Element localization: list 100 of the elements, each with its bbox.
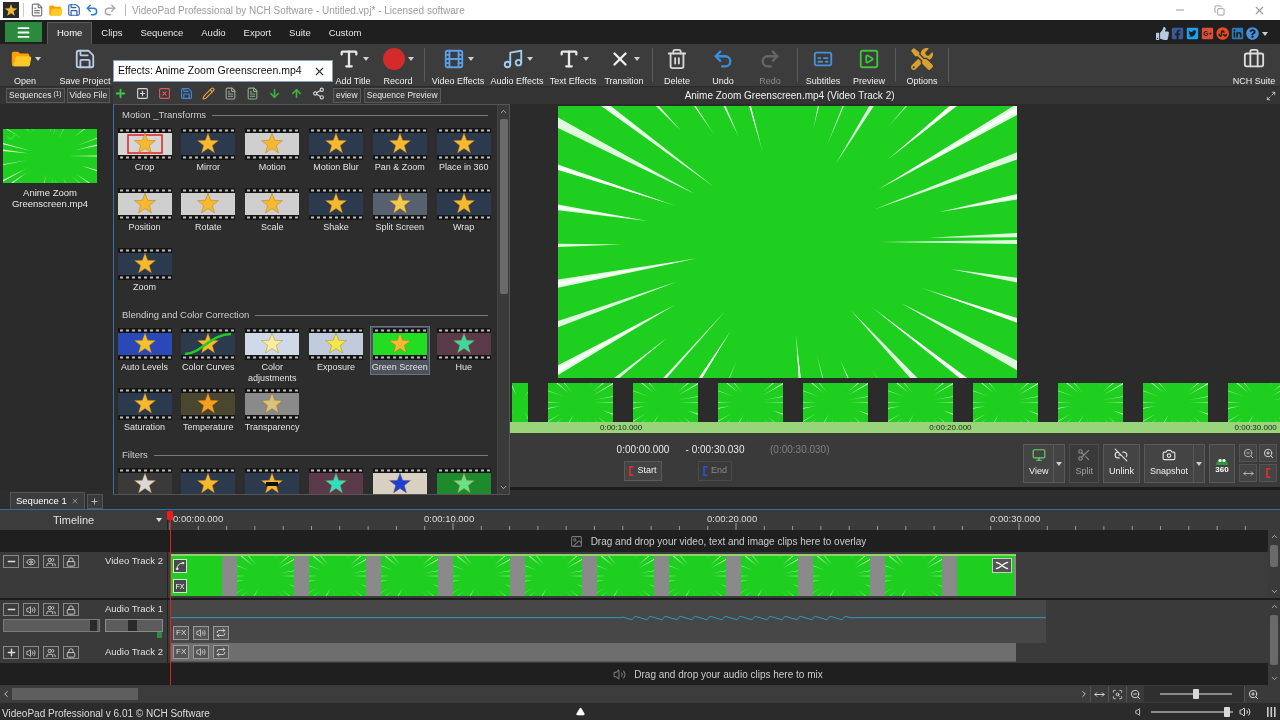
collapse-button[interactable] <box>3 555 19 568</box>
effect-item[interactable]: Motion <box>242 126 303 175</box>
vr-360-button[interactable]: 360 <box>1209 444 1235 483</box>
effect-item[interactable]: Mirror <box>178 126 239 175</box>
expand-button[interactable] <box>3 646 19 659</box>
caret-icon[interactable] <box>582 57 589 61</box>
caret-icon[interactable] <box>34 57 41 61</box>
toolbar-button[interactable]: Add Title <box>330 44 376 86</box>
effect-item[interactable]: Shake <box>306 186 366 235</box>
arrow-down-icon[interactable] <box>268 86 281 100</box>
slider-thumb[interactable] <box>90 620 97 631</box>
caret-icon[interactable] <box>362 57 369 61</box>
toolbar-button[interactable]: Options <box>898 44 946 86</box>
tool-button[interactable]: Snapshot <box>1143 444 1205 483</box>
effect-item[interactable]: Green Screen <box>369 326 430 375</box>
effect-item[interactable]: Auto Levels <box>114 326 175 375</box>
plus-icon[interactable] <box>114 86 127 100</box>
caret-icon[interactable] <box>1196 461 1202 466</box>
effect-item[interactable]: Motion Blur <box>306 126 366 175</box>
document-icon[interactable] <box>246 86 259 100</box>
mute-button[interactable] <box>23 603 39 616</box>
twitter-icon[interactable] <box>1186 27 1199 40</box>
linkedin-icon[interactable] <box>1231 27 1244 40</box>
toolbar-button[interactable]: Text Effects <box>546 44 600 86</box>
app-star-icon[interactable] <box>3 2 19 18</box>
lock-button[interactable] <box>63 646 79 659</box>
menu-tab[interactable]: Custom <box>319 22 371 44</box>
effect-item[interactable]: Rotate <box>178 186 239 235</box>
scrollbar-thumb[interactable] <box>1270 545 1278 567</box>
slider-thumb[interactable] <box>1224 706 1230 717</box>
effects-button[interactable]: FX <box>173 645 190 659</box>
lock-button[interactable] <box>63 603 79 616</box>
mark-button[interactable]: Start <box>624 461 662 481</box>
resize-icon[interactable] <box>1266 90 1276 101</box>
effect-item[interactable]: Transparency <box>242 386 303 435</box>
new-file-icon[interactable] <box>30 3 44 17</box>
add-sequence-button[interactable] <box>86 494 103 509</box>
effect-item[interactable]: Wrap <box>433 186 494 235</box>
collapse-button[interactable] <box>3 603 19 616</box>
scroll-up-icon[interactable] <box>1269 532 1279 541</box>
sequence-tab[interactable]: Sequence 1 <box>10 492 85 509</box>
slider-thumb[interactable] <box>1193 689 1199 699</box>
effect-item[interactable]: Crop <box>114 126 175 175</box>
vertical-scrollbar[interactable] <box>497 105 509 494</box>
tool-button[interactable]: View <box>1023 444 1066 483</box>
scroll-left-icon[interactable] <box>1 689 11 699</box>
scroll-down-icon[interactable] <box>1269 587 1279 596</box>
panel-tab[interactable]: Sequence Preview <box>363 88 441 103</box>
remove-square-icon[interactable] <box>158 86 171 100</box>
caret-icon[interactable] <box>467 57 474 61</box>
playhead[interactable] <box>167 511 173 685</box>
effects-button[interactable]: FX <box>173 626 190 640</box>
scroll-down-icon[interactable] <box>1269 674 1279 683</box>
effect-item[interactable]: Color Curves <box>178 326 239 375</box>
google-plus-icon[interactable] <box>1201 27 1214 40</box>
mute-button[interactable] <box>23 646 39 659</box>
scrollbar-thumb[interactable] <box>12 688 138 700</box>
save-icon[interactable] <box>180 86 193 100</box>
help-icon[interactable] <box>1246 27 1259 40</box>
effect-item[interactable]: Position <box>114 186 175 235</box>
toolbar-button[interactable]: Record <box>376 44 420 86</box>
zoom-out-button[interactable] <box>1239 444 1257 462</box>
pan-slider[interactable] <box>105 619 163 632</box>
volume-slider[interactable] <box>1151 706 1233 717</box>
toolbar-button[interactable]: Open <box>0 44 50 86</box>
caret-icon[interactable] <box>526 57 533 61</box>
toolbar-button[interactable]: Preview <box>846 44 892 86</box>
effect-item[interactable]: Exposure <box>306 326 366 375</box>
vertical-scrollbar[interactable] <box>1268 530 1280 598</box>
toolbar-button[interactable]: Save Project <box>52 44 118 86</box>
scrollbar-thumb[interactable] <box>1270 615 1278 665</box>
transition-button[interactable] <box>992 558 1012 573</box>
effect-item[interactable]: Zoom <box>114 246 175 295</box>
effect-item[interactable]: Split Screen <box>369 186 430 235</box>
stumbleupon-icon[interactable] <box>1216 27 1229 40</box>
effect-item[interactable]: Saturation <box>114 386 175 435</box>
scroll-down-icon[interactable] <box>499 483 508 492</box>
volume-button[interactable] <box>193 626 210 640</box>
vertical-scrollbar[interactable] <box>1268 600 1280 685</box>
share-icon[interactable] <box>312 86 325 100</box>
triangle-up-icon[interactable] <box>576 707 585 716</box>
scrollbar-thumb[interactable] <box>499 119 508 294</box>
panel-tab[interactable]: Video File <box>66 88 111 103</box>
thumbs-up-icon[interactable] <box>1156 27 1169 40</box>
caret-icon[interactable] <box>1056 461 1063 466</box>
level-bars-icon[interactable] <box>1267 706 1276 717</box>
track-group-button[interactable] <box>43 555 59 568</box>
scroll-up-icon[interactable] <box>1269 602 1279 611</box>
loop-button[interactable] <box>213 626 230 640</box>
menu-tab[interactable]: Audio <box>192 22 235 44</box>
audio-clip[interactable]: FX <box>170 600 1046 643</box>
effect-item[interactable]: Hue <box>433 326 494 375</box>
arrow-up-icon[interactable] <box>290 86 303 100</box>
caret-icon[interactable] <box>1262 31 1268 36</box>
effect-item[interactable]: Scale <box>242 186 303 235</box>
menu-tab[interactable]: Home <box>47 22 93 44</box>
toolbar-button[interactable]: Video Effects <box>428 44 488 86</box>
zoom-slider[interactable] <box>1160 689 1232 699</box>
audio-clip-area[interactable]: FX <box>170 643 1016 662</box>
toolbar-button[interactable]: Undo <box>700 44 746 86</box>
